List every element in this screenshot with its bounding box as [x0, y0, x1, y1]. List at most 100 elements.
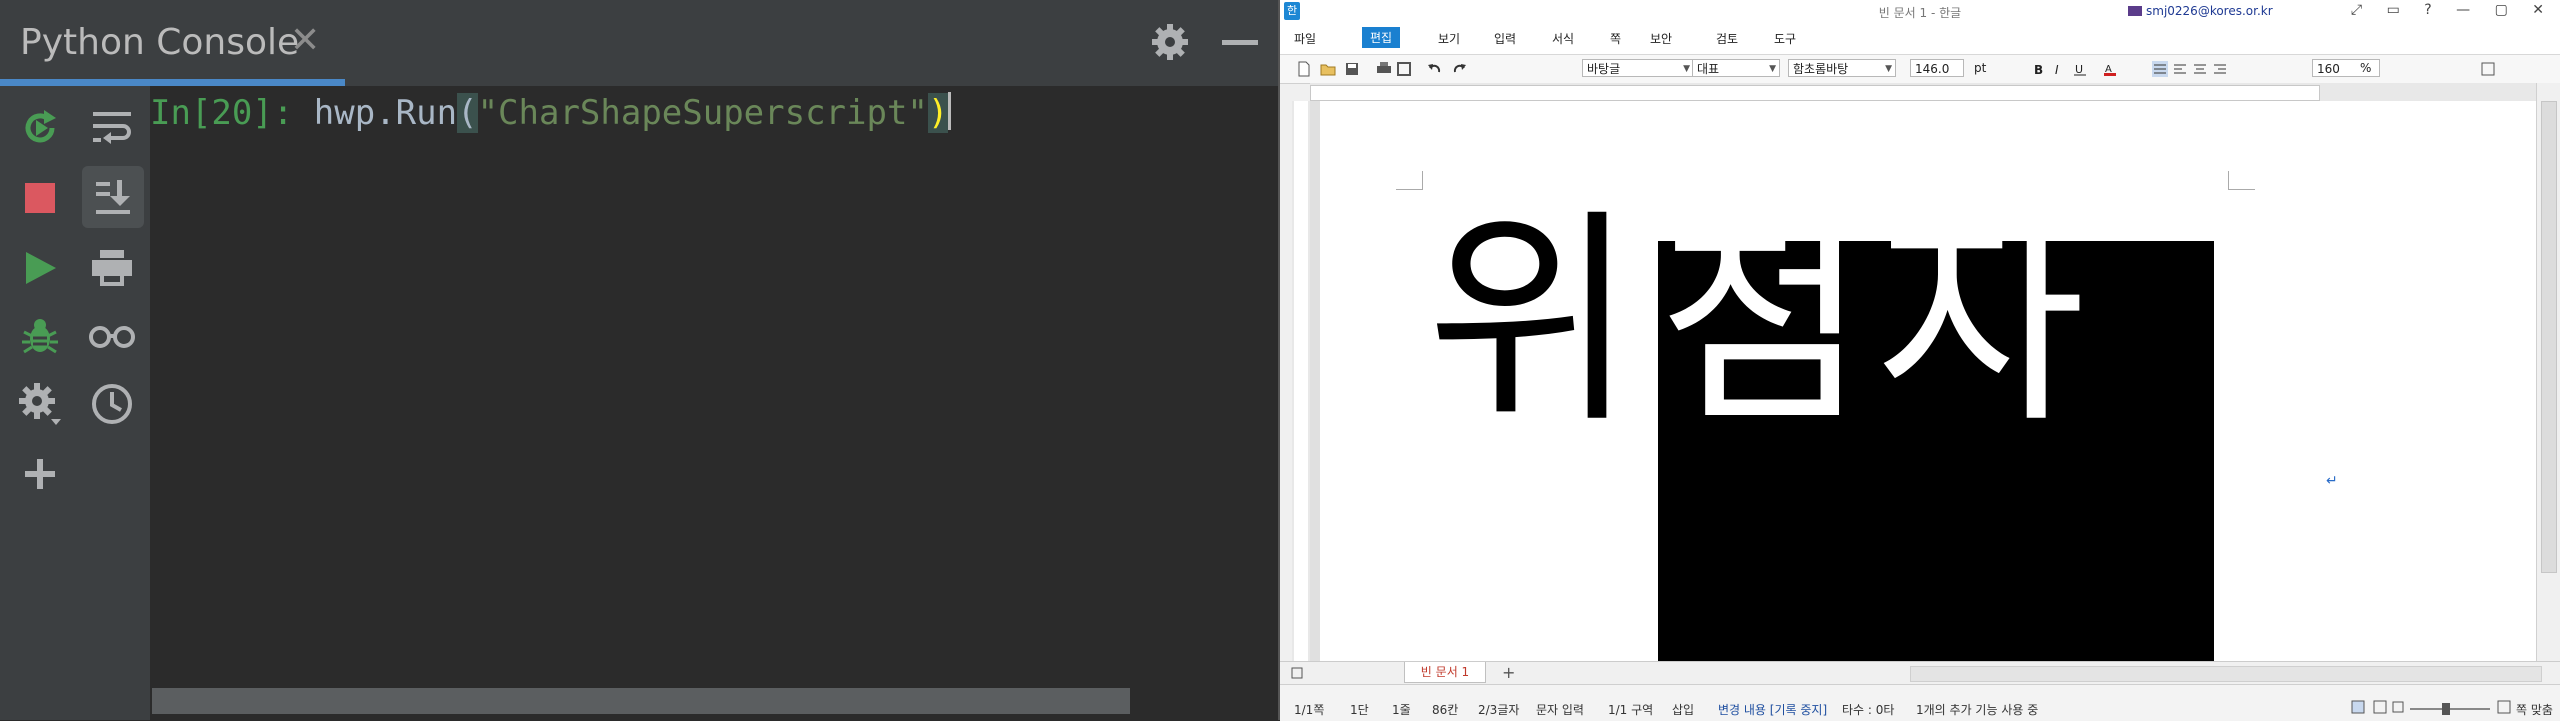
save-icon[interactable]: [1344, 61, 1360, 77]
print-icon[interactable]: [1376, 61, 1392, 77]
menu-format[interactable]: 서식: [1552, 30, 1574, 47]
close-icon[interactable]: ✕: [290, 20, 320, 61]
close-paren: ): [927, 93, 949, 133]
status-char: 2/3글자: [1478, 703, 1520, 717]
redo-icon[interactable]: [1452, 61, 1468, 77]
window-controls[interactable]: ⤢ ▭ ? — ▢ ✕: [2351, 2, 2554, 18]
preview-icon[interactable]: [1396, 61, 1412, 77]
menu-insert[interactable]: 입력: [1494, 30, 1516, 47]
font-color-icon[interactable]: A: [2102, 61, 2118, 77]
view-mode-icon[interactable]: [2372, 699, 2388, 715]
status-typing-count: 타수 : 0타: [1842, 703, 1895, 717]
status-section: 1/1 구역: [1608, 703, 1654, 717]
status-col-position: 86칸: [1432, 703, 1459, 717]
language-select[interactable]: 대표 ▼: [1692, 59, 1780, 77]
soft-wrap-icon[interactable]: [84, 100, 140, 156]
menu-edit[interactable]: 편집: [1362, 27, 1401, 48]
status-zoom-fit[interactable]: 쪽 맞춤: [2516, 701, 2553, 718]
zoom-in-icon[interactable]: [2496, 699, 2512, 715]
font-select[interactable]: 함초롬바탕 ▼: [1788, 59, 1896, 77]
formatting-toolbar: 바탕글 ▼ 대표 ▼ 함초롬바탕 ▼ 146.0 pt B I U A 160 %: [1280, 55, 2560, 84]
align-justify-icon[interactable]: [2152, 61, 2168, 77]
account-label[interactable]: smj0226@kores.or.kr: [2128, 4, 2273, 18]
menu-file[interactable]: 파일: [1294, 30, 1316, 47]
menu-security[interactable]: 보안: [1650, 30, 1672, 47]
align-left-icon[interactable]: [2172, 61, 2188, 77]
svg-text:I: I: [2055, 63, 2059, 77]
font-value: 함초롬바탕: [1793, 62, 1849, 76]
tab-underline: [0, 79, 345, 86]
gear-icon[interactable]: [1150, 22, 1190, 62]
console-titlebar: Python Console ✕: [0, 0, 1278, 87]
svg-text:U: U: [2075, 63, 2083, 76]
menu-tools[interactable]: 도구: [1774, 30, 1796, 47]
selected-text-block[interactable]: 첨자: [1658, 191, 2214, 661]
account-icon: [2128, 6, 2142, 16]
status-line: 1줄: [1392, 703, 1411, 717]
tab-label: Python Console: [20, 22, 300, 63]
tab-nav-icon[interactable]: [1290, 665, 1306, 681]
document-page[interactable]: 위 첨자 ↵: [1320, 101, 2536, 661]
ruler-page-area: [1294, 101, 1308, 661]
italic-icon[interactable]: I: [2052, 61, 2068, 77]
align-right-icon[interactable]: [2212, 61, 2228, 77]
document-canvas: 위 첨자 ↵: [1310, 101, 2536, 661]
margin-corner: [2228, 171, 2255, 190]
bold-icon[interactable]: B: [2032, 61, 2048, 77]
scrollbar-thumb[interactable]: [2541, 101, 2557, 573]
text-caret: [948, 92, 952, 130]
view-mode-icon[interactable]: [2350, 699, 2366, 715]
zoom-slider-track[interactable]: [2410, 708, 2490, 710]
align-center-icon[interactable]: [2192, 61, 2208, 77]
svg-text:B: B: [2034, 63, 2043, 77]
stop-icon[interactable]: [12, 170, 68, 226]
print-icon[interactable]: [84, 240, 140, 296]
font-size-input[interactable]: 146.0: [1910, 59, 1964, 77]
hwp-titlebar: 한 빈 문서 1 - 한글 smj0226@kores.or.kr ⤢ ▭ ? …: [1280, 0, 2560, 24]
zoom-slider-knob[interactable]: [2442, 703, 2450, 715]
settings-icon[interactable]: [12, 376, 68, 432]
tab-document-1[interactable]: 빈 문서 1: [1404, 662, 1486, 683]
menu-bar: 파일 편집 보기 입력 서식 쪽 보안 검토 도구: [1280, 24, 2560, 55]
code-identifier: hwp.Run: [313, 93, 458, 133]
menu-view[interactable]: 보기: [1438, 30, 1460, 47]
font-size-unit[interactable]: pt: [1974, 61, 1986, 75]
console-editor[interactable]: In[20]: hwp.Run("CharShapeSuperscript"): [150, 86, 1278, 720]
rerun-icon[interactable]: [12, 100, 68, 156]
history-icon[interactable]: [84, 376, 140, 432]
glasses-icon[interactable]: [84, 308, 140, 364]
font-size-value: 146.0: [1915, 62, 1950, 76]
status-track-changes[interactable]: 변경 내용 [기록 중지]: [1718, 701, 1827, 718]
paragraph-mark-icon: ↵: [2326, 473, 2338, 489]
document-text-plain[interactable]: 위: [1426, 191, 1636, 451]
zoom-unit: %: [2360, 61, 2372, 75]
status-page[interactable]: 1/1쪽: [1294, 701, 1324, 718]
run-icon[interactable]: [12, 240, 68, 296]
menu-page[interactable]: 쪽: [1610, 30, 1621, 47]
minimize-icon[interactable]: [1222, 40, 1258, 45]
scroll-to-end-icon[interactable]: [82, 166, 144, 228]
grid-view-icon[interactable]: [2480, 61, 2496, 77]
underline-icon[interactable]: U: [2072, 61, 2088, 77]
zoom-value: 160: [2317, 62, 2340, 76]
menu-review[interactable]: 검토: [1716, 30, 1738, 47]
add-icon[interactable]: [12, 446, 68, 502]
vertical-ruler[interactable]: [1292, 101, 1311, 661]
tab-python-console[interactable]: Python Console ✕: [0, 0, 345, 86]
view-mode-icon[interactable]: [2390, 699, 2406, 715]
horizontal-scrollbar[interactable]: [1910, 666, 2542, 682]
vertical-scrollbar[interactable]: [2536, 83, 2560, 661]
undo-icon[interactable]: [1426, 61, 1442, 77]
status-insert[interactable]: 삽입: [1672, 701, 1694, 718]
debug-icon[interactable]: [12, 308, 68, 364]
status-column: 1단: [1350, 703, 1369, 717]
horizontal-scrollbar[interactable]: [152, 688, 1130, 714]
style-select[interactable]: 바탕글 ▼: [1582, 59, 1694, 77]
add-tab-icon[interactable]: +: [1502, 663, 1515, 682]
open-folder-icon[interactable]: [1320, 61, 1336, 77]
style-value: 바탕글: [1587, 62, 1621, 76]
account-email: smj0226@kores.or.kr: [2146, 4, 2273, 18]
horizontal-ruler[interactable]: [1310, 83, 2536, 102]
new-document-icon[interactable]: [1296, 61, 1312, 77]
document-tab-bar: 빈 문서 1 +: [1280, 661, 2560, 684]
